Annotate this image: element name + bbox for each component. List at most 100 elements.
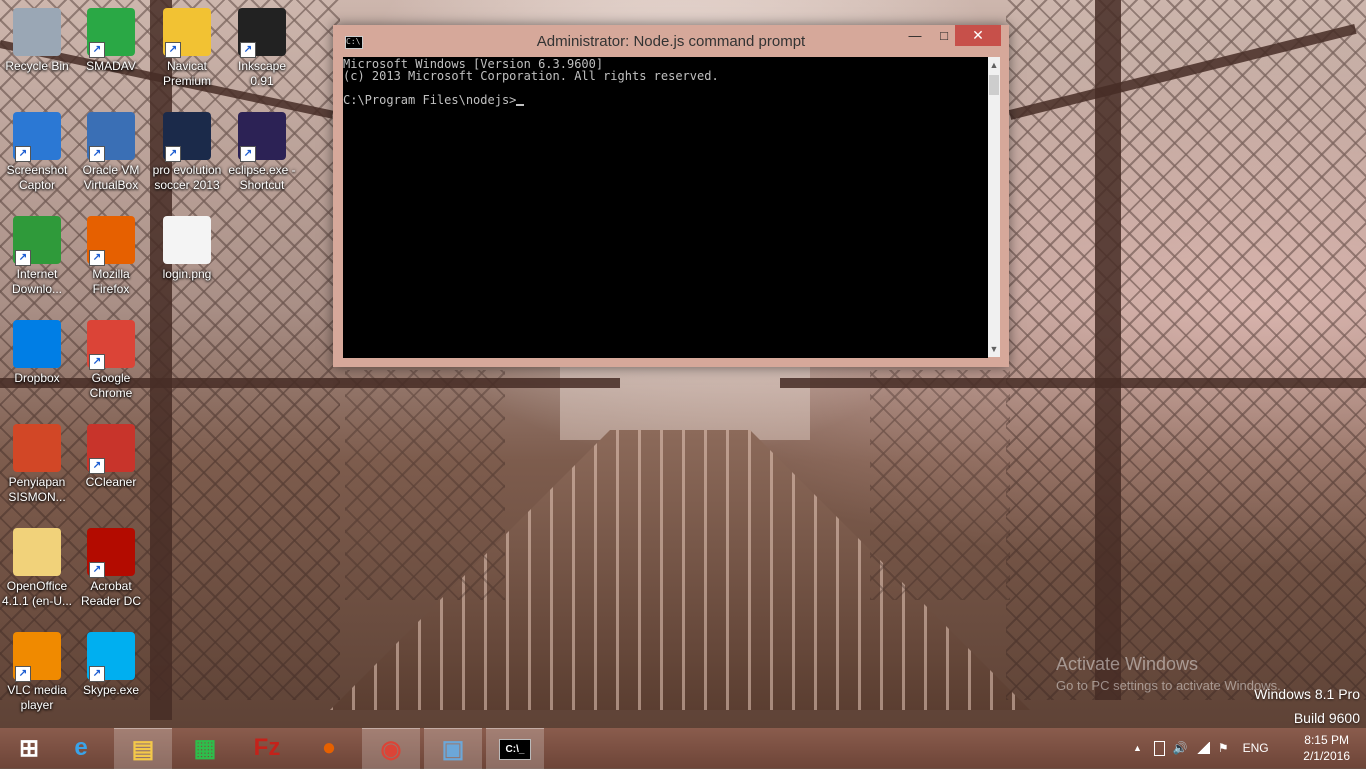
clock-time: 8:15 PM xyxy=(1304,733,1349,747)
taskbar-filezilla[interactable]: Fz xyxy=(238,728,296,768)
scroll-up-arrow-icon[interactable]: ▲ xyxy=(988,57,1000,73)
desktop-icon[interactable]: Recycle Bin xyxy=(0,8,74,74)
shortcut-arrow-icon: ↗ xyxy=(15,250,31,266)
console-prompt: C:\Program Files\nodejs> xyxy=(343,93,517,107)
idm-icon: ↗ xyxy=(13,216,61,266)
desktop-icon-label: CCleaner xyxy=(85,475,137,489)
desktop-icon-label: SMADAV xyxy=(86,59,136,73)
shortcut-arrow-icon: ↗ xyxy=(89,42,105,58)
console-output[interactable]: Microsoft Windows [Version 6.3.9600] (c)… xyxy=(343,57,988,358)
desktop-icon[interactable]: ↗ Inkscape 0.91 xyxy=(225,8,299,89)
desktop-icon[interactable]: ↗ Internet Downlo... xyxy=(0,216,74,297)
desktop-icon-label: Skype.exe xyxy=(82,683,140,697)
chrome-icon: ◉ xyxy=(380,735,402,763)
desktop-icon[interactable]: login.png xyxy=(150,216,224,282)
acrobat-icon: ↗ xyxy=(87,528,135,578)
desktop-icon-label: Oracle VM VirtualBox xyxy=(82,163,140,192)
cmd-window[interactable]: C:\. Administrator: Node.js command prom… xyxy=(333,25,1009,367)
desktop-icon[interactable]: ↗ pro evolution soccer 2013 xyxy=(150,112,224,193)
desktop-icon-label: Google Chrome xyxy=(89,371,133,400)
windows-logo-icon: ⊞ xyxy=(18,734,40,762)
desktop-icon-label: OpenOffice 4.1.1 (en-U... xyxy=(1,579,73,608)
dropbox-icon xyxy=(13,320,61,368)
desktop-icon[interactable]: ↗ Google Chrome xyxy=(74,320,148,401)
shortcut-arrow-icon: ↗ xyxy=(15,666,31,682)
remote-desktop-icon: ▣ xyxy=(441,735,465,763)
desktop-icon[interactable]: ↗ eclipse.exe - Shortcut xyxy=(225,112,299,193)
shortcut-arrow-icon: ↗ xyxy=(15,146,31,162)
image-file-icon xyxy=(163,216,211,264)
desktop-icon-label: Inkscape 0.91 xyxy=(237,59,287,88)
chrome-icon: ↗ xyxy=(87,320,135,370)
console-line: (c) 2013 Microsoft Corporation. All righ… xyxy=(343,69,719,83)
desktop-icon[interactable]: ↗ SMADAV xyxy=(74,8,148,74)
system-tray: ▲ 🔊 ⚑ ENG xyxy=(1133,728,1269,768)
show-hidden-icons-chevron-icon[interactable]: ▲ xyxy=(1133,743,1142,753)
volume-icon[interactable]: 🔊 xyxy=(1173,741,1188,755)
desktop-icon-label: login.png xyxy=(162,267,212,281)
taskbar-internet-explorer[interactable]: e xyxy=(52,728,110,768)
desktop-icon[interactable]: ↗ CCleaner xyxy=(74,424,148,490)
shortcut-arrow-icon: ↗ xyxy=(240,146,256,162)
shortcut-arrow-icon: ↗ xyxy=(89,146,105,162)
inkscape-icon: ↗ xyxy=(238,8,286,58)
desktop-icon[interactable]: Dropbox xyxy=(0,320,74,386)
desktop-icon[interactable]: ↗ VLC media player xyxy=(0,632,74,713)
taskbar-firefox[interactable]: ● xyxy=(300,728,358,768)
close-button[interactable]: ✕ xyxy=(955,25,1001,46)
desktop-icon[interactable]: ↗ Oracle VM VirtualBox xyxy=(74,112,148,193)
eclipse-icon: ↗ xyxy=(238,112,286,162)
shortcut-arrow-icon: ↗ xyxy=(89,666,105,682)
wallpaper-fence-mid-left xyxy=(345,370,505,600)
taskbar-remote-desktop[interactable]: ▣ xyxy=(424,728,482,769)
store-icon: ▦ xyxy=(193,734,217,762)
ccleaner-icon: ↗ xyxy=(87,424,135,474)
scroll-down-arrow-icon[interactable]: ▼ xyxy=(988,341,1000,357)
desktop-icon-label: Internet Downlo... xyxy=(11,267,63,296)
activate-windows-title: Activate Windows xyxy=(1056,654,1199,674)
desktop-icon[interactable]: OpenOffice 4.1.1 (en-U... xyxy=(0,528,74,609)
desktop-icon-label: Screenshot Captor xyxy=(6,163,68,192)
taskbar: ⊞ e ▤ ▦ Fz ● ◉ ▣ C:\_ ▲ 🔊 ⚑ ENG 8:15 PM 2/1/2016 xyxy=(0,728,1366,769)
folder-icon xyxy=(13,528,61,576)
wallpaper-rail xyxy=(780,378,1366,388)
scrollbar-thumb[interactable] xyxy=(989,75,999,95)
desktop-icon[interactable]: ↗ Mozilla Firefox xyxy=(74,216,148,297)
desktop-icon[interactable]: ↗ Screenshot Captor xyxy=(0,112,74,193)
taskbar-store[interactable]: ▦ xyxy=(176,728,234,768)
shortcut-arrow-icon: ↗ xyxy=(89,458,105,474)
powerpoint-file-icon xyxy=(13,424,61,472)
shortcut-arrow-icon: ↗ xyxy=(89,562,105,578)
desktop-icon-label: Dropbox xyxy=(14,371,60,385)
desktop-icon-label: Recycle Bin xyxy=(5,59,69,73)
ie-icon: e xyxy=(74,734,88,761)
taskbar-start-button[interactable]: ⊞ xyxy=(0,728,58,768)
network-signal-icon[interactable] xyxy=(1195,742,1210,754)
desktop-icon[interactable]: Penyiapan SISMON... xyxy=(0,424,74,505)
console-prompt-line[interactable]: C:\Program Files\nodejs> xyxy=(343,94,988,106)
power-icon[interactable] xyxy=(1153,740,1165,756)
firefox-icon: ↗ xyxy=(87,216,135,266)
clock[interactable]: 8:15 PM 2/1/2016 xyxy=(1303,732,1350,764)
desktop-icon-label: Acrobat Reader DC xyxy=(80,579,142,608)
wallpaper-fence-mid-right xyxy=(870,370,1010,600)
desktop-icon-label: Navicat Premium xyxy=(162,59,211,88)
desktop-icon[interactable]: ↗ Navicat Premium xyxy=(150,8,224,89)
desktop-icon[interactable]: ↗ Skype.exe xyxy=(74,632,148,698)
vlc-icon: ↗ xyxy=(13,632,61,682)
taskbar-file-explorer[interactable]: ▤ xyxy=(114,728,172,769)
shortcut-arrow-icon: ↗ xyxy=(89,354,105,370)
virtualbox-icon: ↗ xyxy=(87,112,135,162)
taskbar-chrome[interactable]: ◉ xyxy=(362,728,420,769)
cmd-icon: C:\_ xyxy=(498,738,532,760)
minimize-button[interactable]: — xyxy=(900,25,930,46)
input-language[interactable]: ENG xyxy=(1243,741,1269,755)
desktop-icon-label: eclipse.exe - Shortcut xyxy=(228,163,296,192)
smadav-icon: ↗ xyxy=(87,8,135,58)
action-center-flag-icon[interactable]: ⚑ xyxy=(1218,741,1229,755)
cmd-titlebar[interactable]: C:\. Administrator: Node.js command prom… xyxy=(333,25,1009,57)
navicat-icon: ↗ xyxy=(163,8,211,58)
taskbar-cmd[interactable]: C:\_ xyxy=(486,728,544,769)
desktop-icon[interactable]: ↗ Acrobat Reader DC xyxy=(74,528,148,609)
vertical-scrollbar[interactable]: ▲ ▼ xyxy=(988,57,1000,357)
